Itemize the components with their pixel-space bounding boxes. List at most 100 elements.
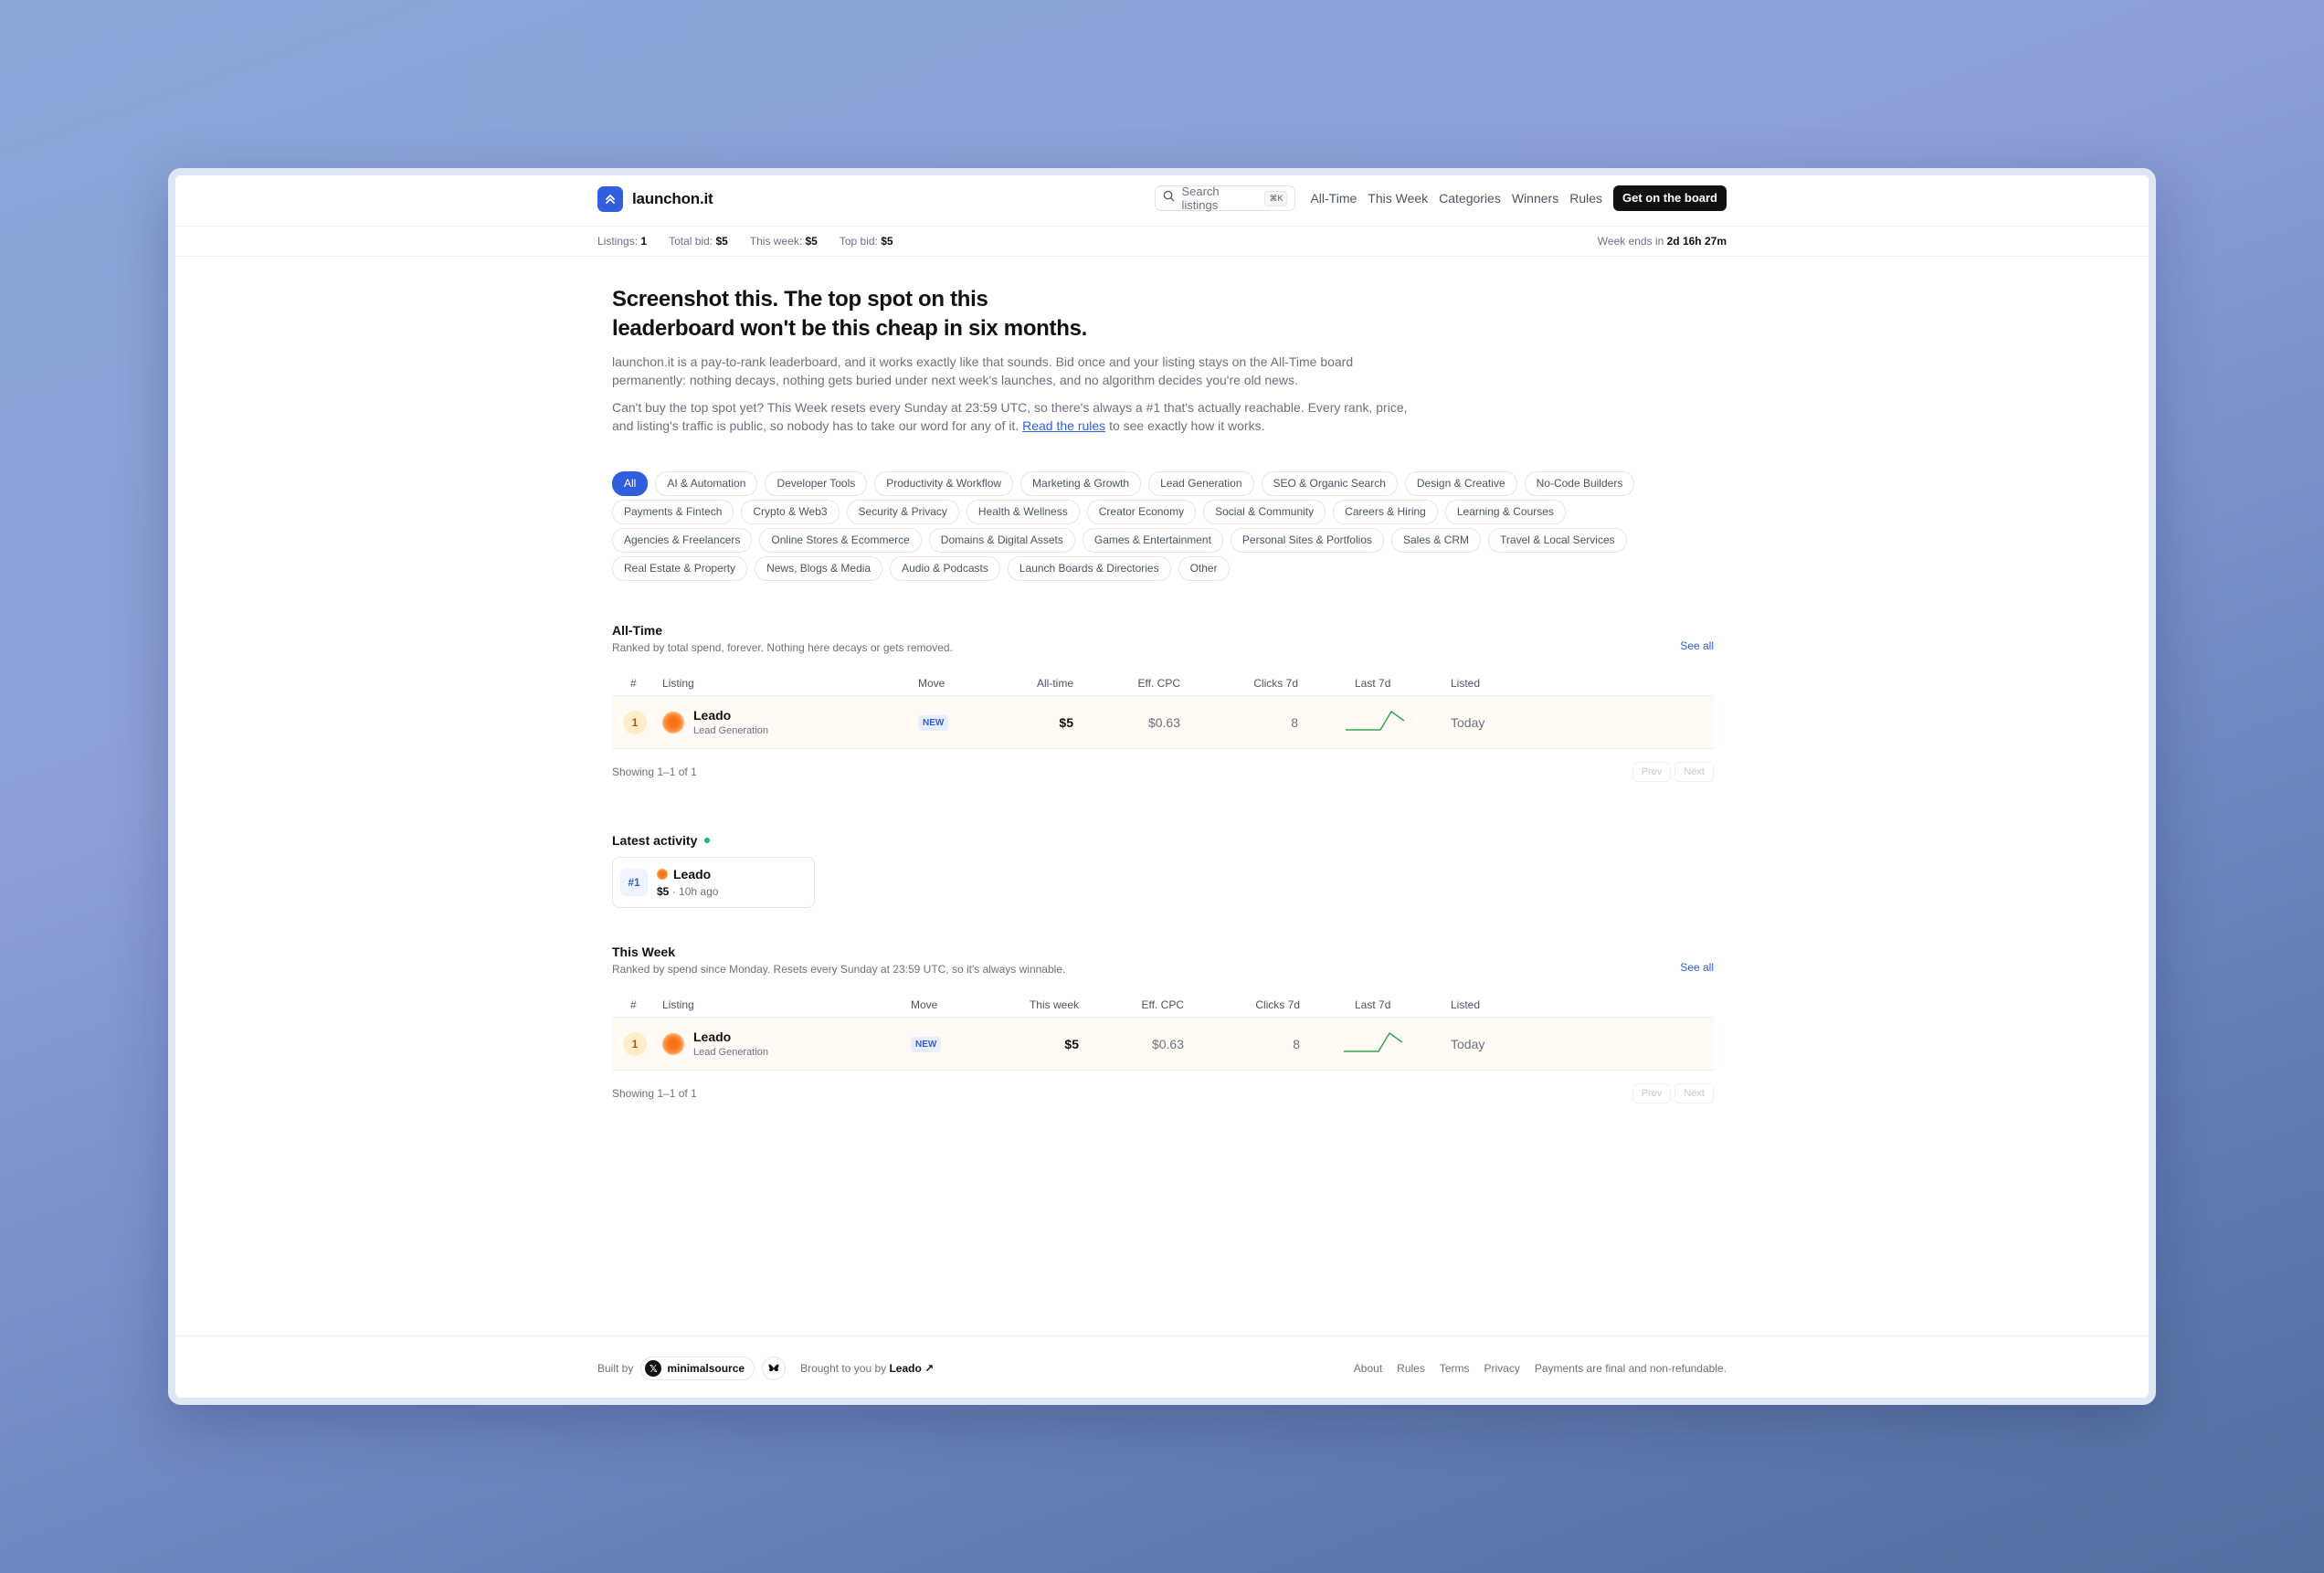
category-chip[interactable]: Travel & Local Services xyxy=(1488,528,1627,553)
nav-all-time[interactable]: All-Time xyxy=(1310,191,1357,206)
search-input[interactable]: Search listings ⌘K xyxy=(1155,185,1296,212)
nav-bar: Search listings ⌘K All-Time This Week Ca… xyxy=(1155,185,1727,212)
listing-logo-icon xyxy=(662,1032,684,1055)
category-chip[interactable]: Audio & Podcasts xyxy=(890,556,1000,581)
get-on-board-button[interactable]: Get on the board xyxy=(1613,185,1727,211)
refund-note: Payments are final and non-refundable. xyxy=(1534,1362,1727,1375)
category-chip[interactable]: AI & Automation xyxy=(655,471,758,496)
category-chip[interactable]: Social & Community xyxy=(1203,500,1326,524)
col-rank: # xyxy=(630,676,637,690)
activity-listing-name: Leado xyxy=(673,867,712,882)
hero-title: Screenshot this. The top spot on this le… xyxy=(612,287,1088,341)
nav-rules[interactable]: Rules xyxy=(1569,191,1602,206)
brought-by-label: Brought to you by xyxy=(800,1362,887,1375)
sponsor-link[interactable]: Leado ↗ xyxy=(889,1362,934,1375)
category-chip[interactable]: Productivity & Workflow xyxy=(874,471,1014,496)
listing-name[interactable]: Leado xyxy=(693,1029,768,1044)
category-chip[interactable]: No-Code Builders xyxy=(1524,471,1635,496)
bluesky-icon[interactable] xyxy=(762,1357,787,1380)
category-chip[interactable]: Security & Privacy xyxy=(846,500,959,524)
sparkline xyxy=(1300,1029,1451,1058)
category-chip[interactable]: Domains & Digital Assets xyxy=(928,528,1075,553)
stat-total-bid: Total bid: $5 xyxy=(669,235,728,248)
search-shortcut: ⌘K xyxy=(1264,190,1288,206)
pagination: Showing 1–1 of 1 Prev Next xyxy=(612,1083,1714,1103)
activity-card[interactable]: #1 Leado $5 · 10h ago xyxy=(612,857,815,908)
section-subtitle: Ranked by total spend, forever. Nothing … xyxy=(612,641,953,654)
listing-logo-icon xyxy=(662,711,684,734)
category-chip[interactable]: Learning & Courses xyxy=(1444,500,1566,524)
section-title: All-Time xyxy=(612,623,662,638)
stat-this-week: This week: $5 xyxy=(749,235,818,248)
col-listing: Listing xyxy=(662,998,694,1011)
table-header: # Listing Move All-time Eff. CPC Clicks … xyxy=(612,670,1714,696)
listed-date: Today xyxy=(1451,1036,1485,1051)
prev-button[interactable]: Prev xyxy=(1632,1083,1672,1103)
this-week-section: This Week Ranked by spend since Monday. … xyxy=(612,945,1714,1103)
category-chip[interactable]: Personal Sites & Portfolios xyxy=(1230,528,1384,553)
nav-this-week[interactable]: This Week xyxy=(1368,191,1428,206)
category-chip[interactable]: Lead Generation xyxy=(1148,471,1254,496)
category-chip[interactable]: Design & Creative xyxy=(1404,471,1517,496)
see-all-link[interactable]: See all xyxy=(1680,639,1714,652)
category-chip[interactable]: Games & Entertainment xyxy=(1082,528,1223,553)
rank-badge: 1 xyxy=(623,1031,647,1056)
category-chip[interactable]: News, Blogs & Media xyxy=(755,556,883,581)
eff-cpc: $0.63 xyxy=(1147,714,1180,730)
sparkline xyxy=(1298,708,1451,736)
hero-paragraph-2: Can't buy the top spot yet? This Week re… xyxy=(612,400,1408,433)
table-row[interactable]: 1 Leado Lead Generation NEW $5 $0.63 8 T… xyxy=(612,696,1714,749)
x-icon: 𝕏 xyxy=(645,1360,662,1377)
listing-name[interactable]: Leado xyxy=(693,708,768,723)
footer-rules-link[interactable]: Rules xyxy=(1397,1362,1425,1375)
col-cpc: Eff. CPC xyxy=(1137,676,1180,690)
category-chip[interactable]: Creator Economy xyxy=(1086,500,1197,524)
see-all-link[interactable]: See all xyxy=(1680,961,1714,974)
prev-button[interactable]: Prev xyxy=(1632,762,1672,782)
footer-privacy-link[interactable]: Privacy xyxy=(1484,1362,1520,1375)
stat-listings: Listings: 1 xyxy=(597,235,648,248)
col-move: Move xyxy=(918,676,945,690)
category-chip[interactable]: All xyxy=(612,471,649,496)
category-chip[interactable]: Online Stores & Ecommerce xyxy=(759,528,922,553)
col-clicks: Clicks 7d xyxy=(1255,998,1300,1011)
col-last7d: Last 7d xyxy=(1355,676,1391,690)
activity-rank: #1 xyxy=(620,869,648,896)
week-countdown: Week ends in 2d 16h 27m xyxy=(1597,235,1727,248)
nav-categories[interactable]: Categories xyxy=(1439,191,1501,206)
main-content: Screenshot this. The top spot on this le… xyxy=(612,285,1714,1103)
category-chip[interactable]: Launch Boards & Directories xyxy=(1007,556,1171,581)
col-listed: Listed xyxy=(1451,998,1481,1011)
category-chip[interactable]: Payments & Fintech xyxy=(612,500,734,524)
all-time-section: All-Time Ranked by total spend, forever.… xyxy=(612,623,1714,782)
next-button[interactable]: Next xyxy=(1674,762,1714,782)
logo-icon xyxy=(597,186,623,212)
listing-category: Lead Generation xyxy=(693,1047,768,1058)
footer-about-link[interactable]: About xyxy=(1354,1362,1382,1375)
category-chip[interactable]: Careers & Hiring xyxy=(1333,500,1438,524)
category-chip[interactable]: Other xyxy=(1178,556,1230,581)
listing-category: Lead Generation xyxy=(693,725,768,736)
read-rules-link[interactable]: Read the rules xyxy=(1022,418,1105,433)
author-link[interactable]: 𝕏 minimalsource xyxy=(640,1357,755,1380)
category-chip[interactable]: Developer Tools xyxy=(765,471,868,496)
top-navigation: launchon.it Search listings ⌘K All-Time … xyxy=(175,175,2149,227)
next-button[interactable]: Next xyxy=(1674,1083,1714,1103)
eff-cpc: $0.63 xyxy=(1151,1036,1184,1051)
category-chip[interactable]: Marketing & Growth xyxy=(1020,471,1142,496)
category-chip[interactable]: Sales & CRM xyxy=(1391,528,1482,553)
latest-activity-section: Latest activity #1 Leado $5 · 10h ago xyxy=(612,833,1714,908)
pagination-info: Showing 1–1 of 1 xyxy=(612,1087,697,1100)
search-placeholder: Search listings xyxy=(1181,185,1220,212)
footer-terms-link[interactable]: Terms xyxy=(1440,1362,1470,1375)
category-chip[interactable]: Crypto & Web3 xyxy=(741,500,840,524)
category-chip[interactable]: SEO & Organic Search xyxy=(1261,471,1398,496)
category-chip[interactable]: Real Estate & Property xyxy=(612,556,748,581)
category-chip[interactable]: Health & Wellness xyxy=(966,500,1080,524)
brand[interactable]: launchon.it xyxy=(597,186,713,212)
category-chip[interactable]: Agencies & Freelancers xyxy=(612,528,753,553)
table-row[interactable]: 1 Leado Lead Generation NEW $5 $0.63 8 T… xyxy=(612,1018,1714,1071)
nav-winners[interactable]: Winners xyxy=(1512,191,1558,206)
footer: Built by 𝕏 minimalsource Brought to you … xyxy=(175,1335,2149,1398)
stat-top-bid: Top bid: $5 xyxy=(839,235,893,248)
